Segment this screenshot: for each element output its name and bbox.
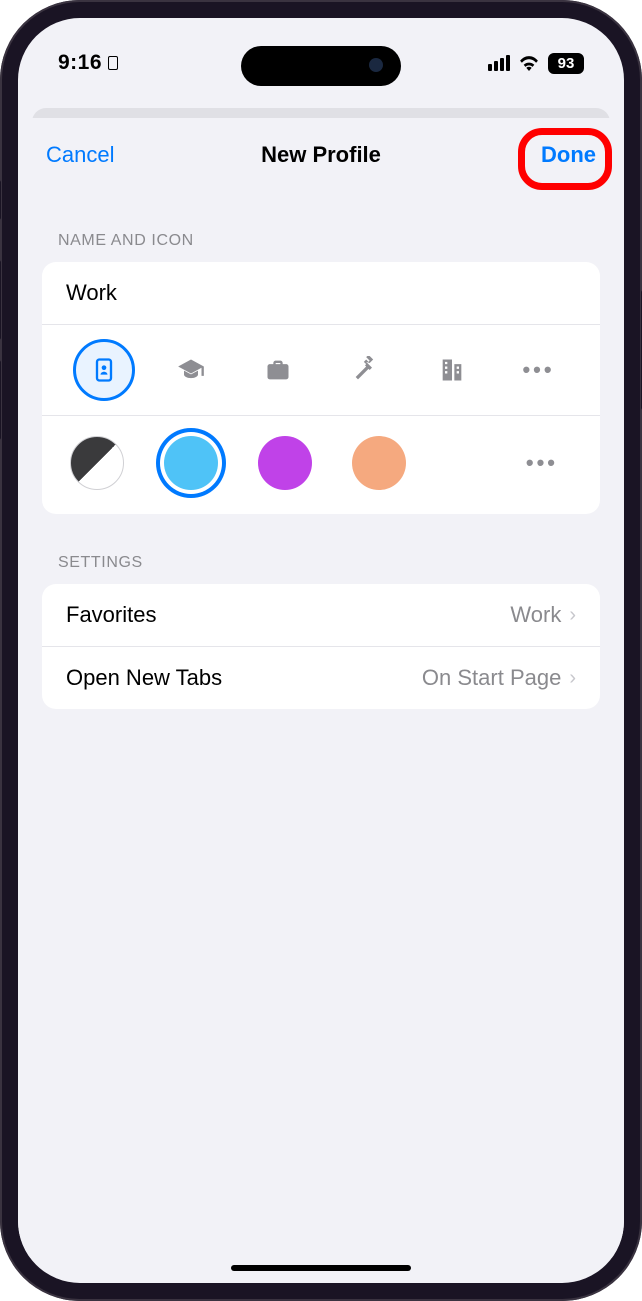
icon-option-badge[interactable] xyxy=(73,339,135,401)
volume-down xyxy=(0,360,1,440)
name-icon-card: Work xyxy=(42,262,600,514)
icon-option-building[interactable] xyxy=(421,339,483,401)
battery-percent: 93 xyxy=(558,55,575,72)
cellular-icon xyxy=(488,55,510,71)
color-option-purple[interactable] xyxy=(258,436,312,490)
settings-card: Favorites Work › Open New Tabs On Start … xyxy=(42,584,600,709)
icon-picker-row: ••• xyxy=(42,325,600,416)
badge-icon xyxy=(90,356,118,384)
time-label: 9:16 xyxy=(58,51,102,75)
battery-indicator: 93 xyxy=(548,53,584,74)
color-more-button[interactable]: ••• xyxy=(526,450,558,476)
done-button[interactable]: Done xyxy=(541,142,596,168)
home-indicator[interactable] xyxy=(231,1265,411,1271)
cancel-button[interactable]: Cancel xyxy=(46,142,114,168)
nav-bar: Cancel New Profile Done xyxy=(18,118,624,192)
section-name-icon-header: NAME AND ICON xyxy=(18,192,624,262)
favorites-row[interactable]: Favorites Work › xyxy=(42,584,600,647)
status-indicators: 93 xyxy=(488,53,584,74)
icon-more-button[interactable]: ••• xyxy=(508,339,570,401)
favorites-value: Work xyxy=(510,602,561,628)
open-new-tabs-value: On Start Page xyxy=(422,665,561,691)
color-option-bw[interactable] xyxy=(70,436,124,490)
color-option-blue[interactable] xyxy=(164,436,218,490)
open-new-tabs-value-group: On Start Page › xyxy=(422,665,576,691)
status-time-group: 9:16 xyxy=(58,51,118,75)
building-icon xyxy=(438,356,466,384)
icon-option-graduation[interactable] xyxy=(160,339,222,401)
section-settings-header: SETTINGS xyxy=(18,514,624,584)
icon-option-briefcase[interactable] xyxy=(247,339,309,401)
briefcase-icon xyxy=(264,356,292,384)
modal-sheet: Cancel New Profile Done NAME AND ICON Wo… xyxy=(18,118,624,1258)
id-card-icon xyxy=(108,56,118,70)
chevron-right-icon: › xyxy=(569,604,576,627)
favorites-label: Favorites xyxy=(66,602,156,628)
iphone-frame: 9:16 93 Cancel New Profile Done xyxy=(0,0,642,1301)
silent-switch xyxy=(0,180,1,220)
profile-name-input[interactable]: Work xyxy=(42,262,600,325)
color-picker-row: ••• xyxy=(42,416,600,514)
hammer-icon xyxy=(351,356,379,384)
page-title: New Profile xyxy=(261,142,381,168)
graduation-cap-icon xyxy=(177,356,205,384)
camera-dot xyxy=(369,58,383,72)
open-new-tabs-label: Open New Tabs xyxy=(66,665,222,691)
chevron-right-icon: › xyxy=(569,667,576,690)
open-new-tabs-row[interactable]: Open New Tabs On Start Page › xyxy=(42,647,600,709)
favorites-value-group: Work › xyxy=(510,602,576,628)
wifi-icon xyxy=(518,55,540,71)
color-option-orange[interactable] xyxy=(352,436,406,490)
icon-option-hammer[interactable] xyxy=(334,339,396,401)
volume-up xyxy=(0,260,1,340)
screen: 9:16 93 Cancel New Profile Done xyxy=(18,18,624,1283)
